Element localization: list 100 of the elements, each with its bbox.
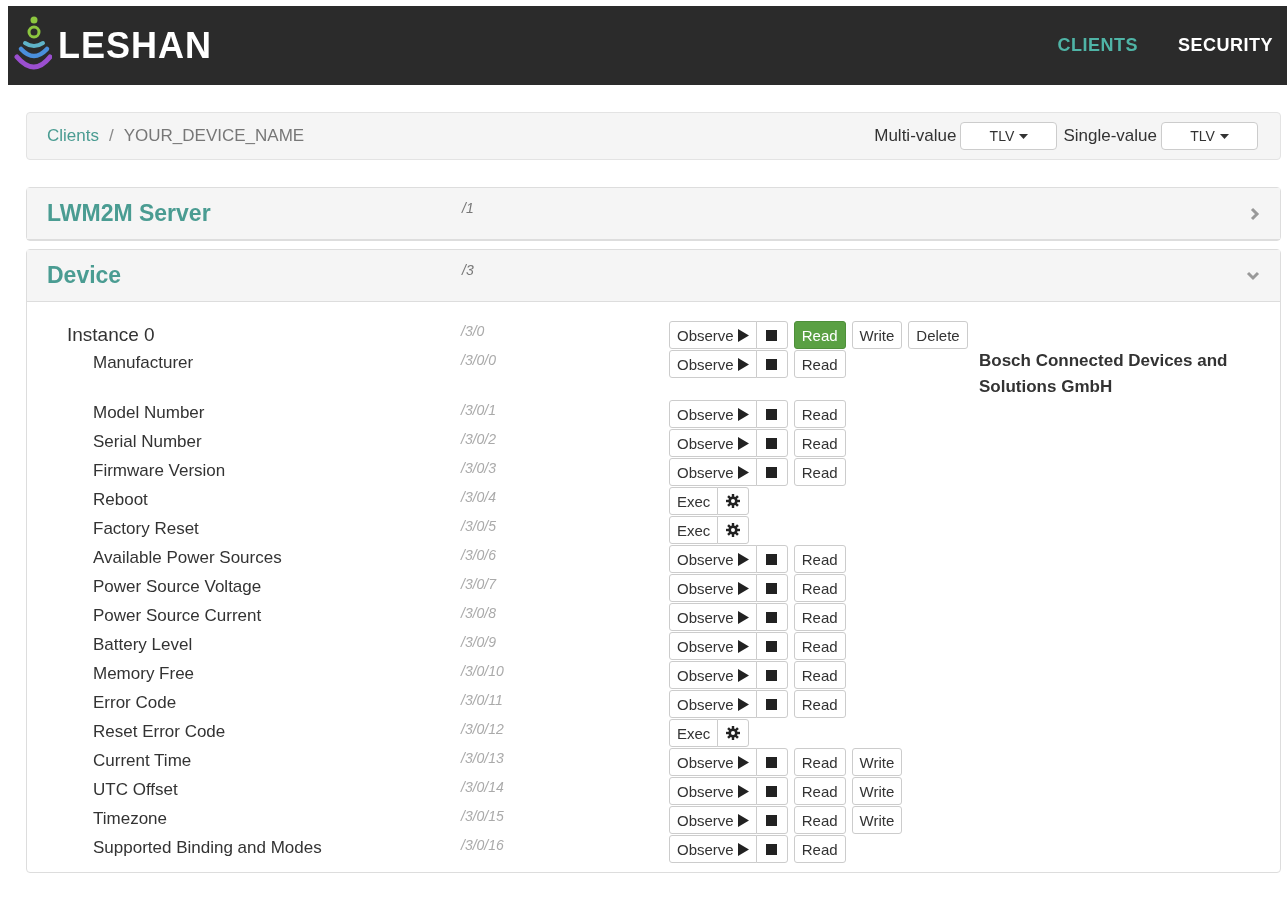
read-button[interactable]: Read: [793, 429, 846, 457]
observe-button[interactable]: Observe: [669, 545, 757, 573]
stop-button[interactable]: [755, 574, 788, 602]
resource-path: /3/0/3: [461, 459, 498, 476]
play-icon: [737, 465, 749, 479]
stop-button[interactable]: [755, 632, 788, 660]
read-button[interactable]: Read: [793, 350, 846, 378]
stop-icon: [766, 437, 778, 449]
stop-button[interactable]: [755, 661, 788, 689]
exec-button[interactable]: Exec: [669, 516, 719, 544]
read-button[interactable]: Read: [793, 458, 846, 486]
stop-icon: [766, 358, 778, 370]
stop-icon: [766, 466, 778, 478]
nav-link[interactable]: SECURITY: [1178, 35, 1273, 56]
nav-link[interactable]: CLIENTS: [1057, 35, 1138, 56]
observe-button[interactable]: Observe: [669, 458, 757, 486]
resource-path: /3/0/15: [461, 807, 505, 824]
write-button[interactable]: Write: [851, 806, 903, 834]
brand-name: LESHAN: [58, 24, 212, 67]
observe-button[interactable]: Observe: [669, 661, 757, 689]
resource-name: Error Code: [92, 692, 178, 713]
observe-button[interactable]: Observe: [669, 777, 757, 805]
stop-button[interactable]: [755, 545, 788, 573]
observe-button[interactable]: Observe: [669, 748, 757, 776]
read-button[interactable]: Read: [793, 748, 846, 776]
read-button[interactable]: Read: [793, 690, 846, 718]
exec-button[interactable]: Exec: [669, 719, 719, 747]
settings-button[interactable]: [717, 719, 750, 747]
resource-path: /3/0/8: [461, 604, 498, 621]
instance-name: Instance 0: [67, 323, 156, 346]
gear-icon: [726, 494, 741, 508]
stop-button[interactable]: [755, 835, 788, 863]
resource-value: Bosch Connected Devices and Solutions GmbH: [979, 350, 1229, 398]
play-icon: [737, 668, 749, 682]
read-button[interactable]: Read: [793, 603, 846, 631]
stop-icon: [766, 582, 778, 594]
observe-button[interactable]: Observe: [669, 835, 757, 863]
observe-button[interactable]: Observe: [669, 603, 757, 631]
stop-icon: [766, 611, 778, 623]
stop-button[interactable]: [755, 806, 788, 834]
read-button[interactable]: Read: [793, 400, 846, 428]
stop-icon: [766, 408, 778, 420]
object-header[interactable]: Device /3: [27, 250, 1280, 302]
play-icon: [737, 697, 749, 711]
gear-icon: [726, 726, 741, 740]
write-button[interactable]: Write: [851, 748, 903, 776]
write-button[interactable]: Write: [851, 777, 903, 805]
resource-path: /3/0/13: [461, 749, 505, 766]
resource-name: Power Source Voltage: [92, 576, 263, 597]
write-button[interactable]: Write: [851, 321, 903, 349]
stop-button[interactable]: [755, 777, 788, 805]
observe-button[interactable]: Observe: [669, 350, 757, 378]
object-path: /3: [462, 262, 474, 278]
caret-icon: [1019, 133, 1029, 139]
read-button[interactable]: Read: [793, 806, 846, 834]
format-dropdown[interactable]: TLV: [960, 122, 1058, 150]
play-icon: [737, 639, 749, 653]
observe-button[interactable]: Observe: [669, 429, 757, 457]
read-button[interactable]: Read: [793, 574, 846, 602]
play-icon: [737, 407, 749, 421]
observe-button[interactable]: Observe: [669, 632, 757, 660]
play-icon: [737, 328, 749, 342]
stop-button[interactable]: [755, 690, 788, 718]
stop-button[interactable]: [755, 458, 788, 486]
object-name: LWM2M Server: [47, 200, 212, 227]
chevron-right-icon: [1250, 206, 1260, 221]
stop-button[interactable]: [755, 400, 788, 428]
resource-name: Reboot: [92, 489, 149, 510]
play-icon: [737, 552, 749, 566]
observe-button[interactable]: Observe: [669, 690, 757, 718]
stop-icon: [766, 814, 778, 826]
observe-button[interactable]: Observe: [669, 806, 757, 834]
read-button[interactable]: Read: [793, 835, 846, 863]
observe-button[interactable]: Observe: [669, 400, 757, 428]
read-button[interactable]: Read: [793, 777, 846, 805]
play-icon: [737, 784, 749, 798]
resource-name: UTC Offset: [92, 779, 179, 800]
play-icon: [737, 755, 749, 769]
observe-button[interactable]: Observe: [669, 321, 757, 349]
stop-button[interactable]: [755, 603, 788, 631]
observe-button[interactable]: Observe: [669, 574, 757, 602]
exec-button[interactable]: Exec: [669, 487, 719, 515]
resource-name: Model Number: [92, 402, 206, 423]
settings-button[interactable]: [717, 487, 750, 515]
read-button[interactable]: Read: [793, 632, 846, 660]
stop-button[interactable]: [755, 429, 788, 457]
delete-button[interactable]: Delete: [908, 321, 968, 349]
read-button[interactable]: Read: [793, 545, 846, 573]
settings-button[interactable]: [717, 516, 750, 544]
resource-path: /3/0/5: [461, 517, 498, 534]
resource-name: Memory Free: [92, 663, 196, 684]
format-dropdown[interactable]: TLV: [1161, 122, 1258, 150]
resource-name: Serial Number: [92, 431, 203, 452]
resource-name: Timezone: [92, 808, 168, 829]
stop-button[interactable]: [755, 321, 788, 349]
read-button[interactable]: Read: [793, 661, 846, 689]
object-header[interactable]: LWM2M Server /1: [27, 188, 1280, 240]
stop-button[interactable]: [755, 350, 788, 378]
resource-path: /3/0/0: [461, 351, 498, 368]
stop-button[interactable]: [755, 748, 788, 776]
